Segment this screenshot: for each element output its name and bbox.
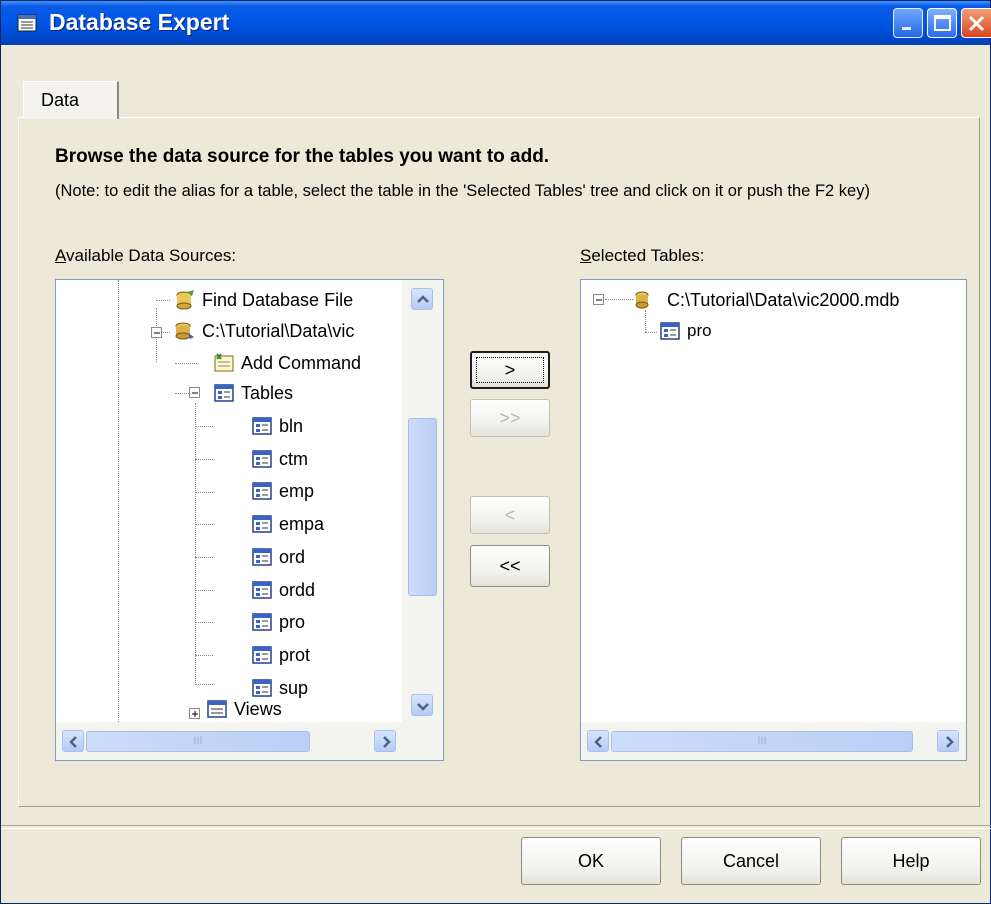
selected-hscroll-thumb[interactable]: III	[611, 731, 913, 752]
tree-item-table[interactable]: pro	[251, 607, 305, 637]
tree-item-views[interactable]: Views	[206, 694, 282, 724]
available-hscrollbar[interactable]: III	[56, 722, 443, 760]
remove-all-tables-button[interactable]: <<	[470, 545, 550, 587]
selected-tables-label: Selected Tables:	[580, 246, 705, 265]
available-vscrollbar[interactable]	[402, 280, 443, 722]
selected-tables-tree[interactable]: C:\Tutorial\Data\vic2000.mdb pro III	[580, 279, 967, 761]
database-icon	[635, 291, 649, 309]
table-icon	[660, 322, 680, 340]
table-icon	[252, 482, 272, 501]
tree-item-table[interactable]: emp	[251, 476, 314, 506]
selected-scroll-right-button[interactable]	[937, 730, 959, 752]
add-all-tables-button[interactable]: >>	[470, 399, 550, 437]
table-name: pro	[279, 612, 306, 633]
tree-item-find-database-file[interactable]: Find Database File	[174, 285, 353, 315]
collapse-tables-toggle[interactable]	[189, 387, 200, 398]
minimize-button[interactable]	[893, 8, 923, 38]
available-sources-label: Available Data Sources:	[55, 246, 237, 265]
app-icon	[17, 14, 37, 32]
tree-item-table[interactable]: prot	[251, 640, 310, 670]
tab-data[interactable]: Data	[23, 81, 119, 119]
tree-item-table[interactable]: ordd	[251, 575, 315, 605]
tree-item-tables[interactable]: Tables	[213, 378, 293, 408]
scroll-up-button[interactable]	[411, 288, 433, 310]
database-expert-window: Database Expert Data Browse the data sou…	[0, 0, 991, 904]
table-icon	[252, 580, 272, 599]
ok-button[interactable]: OK	[521, 837, 661, 885]
tree-item-connection[interactable]: C:\Tutorial\Data\vic	[174, 316, 354, 346]
chevron-down-icon	[417, 703, 429, 711]
table-name: sup	[279, 677, 309, 698]
scroll-down-button[interactable]	[411, 694, 433, 716]
selected-scroll-left-button[interactable]	[587, 730, 609, 752]
table-icon	[252, 646, 272, 664]
tree-item-table[interactable]: ord	[251, 542, 305, 572]
find-database-icon	[176, 290, 194, 310]
table-icon	[252, 515, 272, 533]
tree-item-add-command[interactable]: Add Command	[213, 348, 361, 378]
maximize-button[interactable]	[927, 8, 957, 38]
window-title: Database Expert	[49, 9, 230, 35]
cancel-button[interactable]: Cancel	[681, 837, 821, 885]
minimize-icon	[902, 27, 911, 30]
table-name: ord	[279, 546, 306, 567]
table-name: empa	[279, 514, 325, 535]
table-name: emp	[279, 481, 315, 502]
add-table-button[interactable]: >	[470, 351, 550, 389]
chevron-right-icon	[946, 736, 954, 748]
expand-views-toggle[interactable]	[189, 708, 200, 719]
tree-item-table[interactable]: empa	[251, 509, 324, 539]
close-button[interactable]	[961, 8, 991, 38]
table-icon	[252, 613, 272, 631]
tab-data-label: Data	[41, 90, 80, 110]
vscroll-thumb[interactable]	[408, 418, 437, 596]
close-icon	[968, 15, 985, 32]
title-bar[interactable]: Database Expert	[1, 1, 991, 45]
database-connection-icon	[175, 322, 194, 340]
selected-table-item[interactable]: pro	[659, 316, 712, 346]
tree-item-table[interactable]: ctm	[251, 444, 308, 474]
table-icon	[252, 548, 272, 566]
table-name: prot	[279, 644, 311, 665]
chevron-up-icon	[417, 295, 429, 303]
chevron-right-icon	[383, 736, 391, 748]
available-sources-tree[interactable]: Find Database File C:\Tutorial\Data\vic …	[55, 279, 444, 761]
maximize-icon	[934, 15, 951, 31]
table-name: ctm	[279, 448, 308, 469]
selected-hscrollbar[interactable]: III	[581, 722, 966, 760]
footer-separator	[1, 825, 991, 829]
chevron-left-icon	[594, 736, 602, 748]
instructions-note: (Note: to edit the alias for a table, se…	[55, 182, 870, 200]
table-name: ordd	[279, 579, 316, 600]
add-command-icon	[214, 353, 234, 372]
tree-item-table[interactable]: bln	[251, 411, 303, 441]
collapse-selected-connection-toggle[interactable]	[593, 294, 604, 305]
views-folder-icon	[207, 700, 227, 718]
table-icon	[252, 417, 272, 435]
table-name: bln	[279, 416, 304, 436]
collapse-connection-toggle[interactable]	[151, 327, 162, 338]
scroll-left-button[interactable]	[62, 730, 84, 752]
instructions-heading: Browse the data source for the tables yo…	[55, 146, 550, 167]
help-button[interactable]: Help	[841, 837, 981, 885]
tables-folder-icon	[214, 384, 234, 402]
scroll-right-button[interactable]	[374, 730, 396, 752]
hscroll-thumb[interactable]: III	[86, 731, 310, 752]
remove-table-button[interactable]: <	[470, 496, 550, 534]
selected-connection-item[interactable]: C:\Tutorial\Data\vic2000.mdb	[631, 285, 899, 315]
chevron-left-icon	[69, 736, 77, 748]
table-icon	[252, 449, 272, 468]
